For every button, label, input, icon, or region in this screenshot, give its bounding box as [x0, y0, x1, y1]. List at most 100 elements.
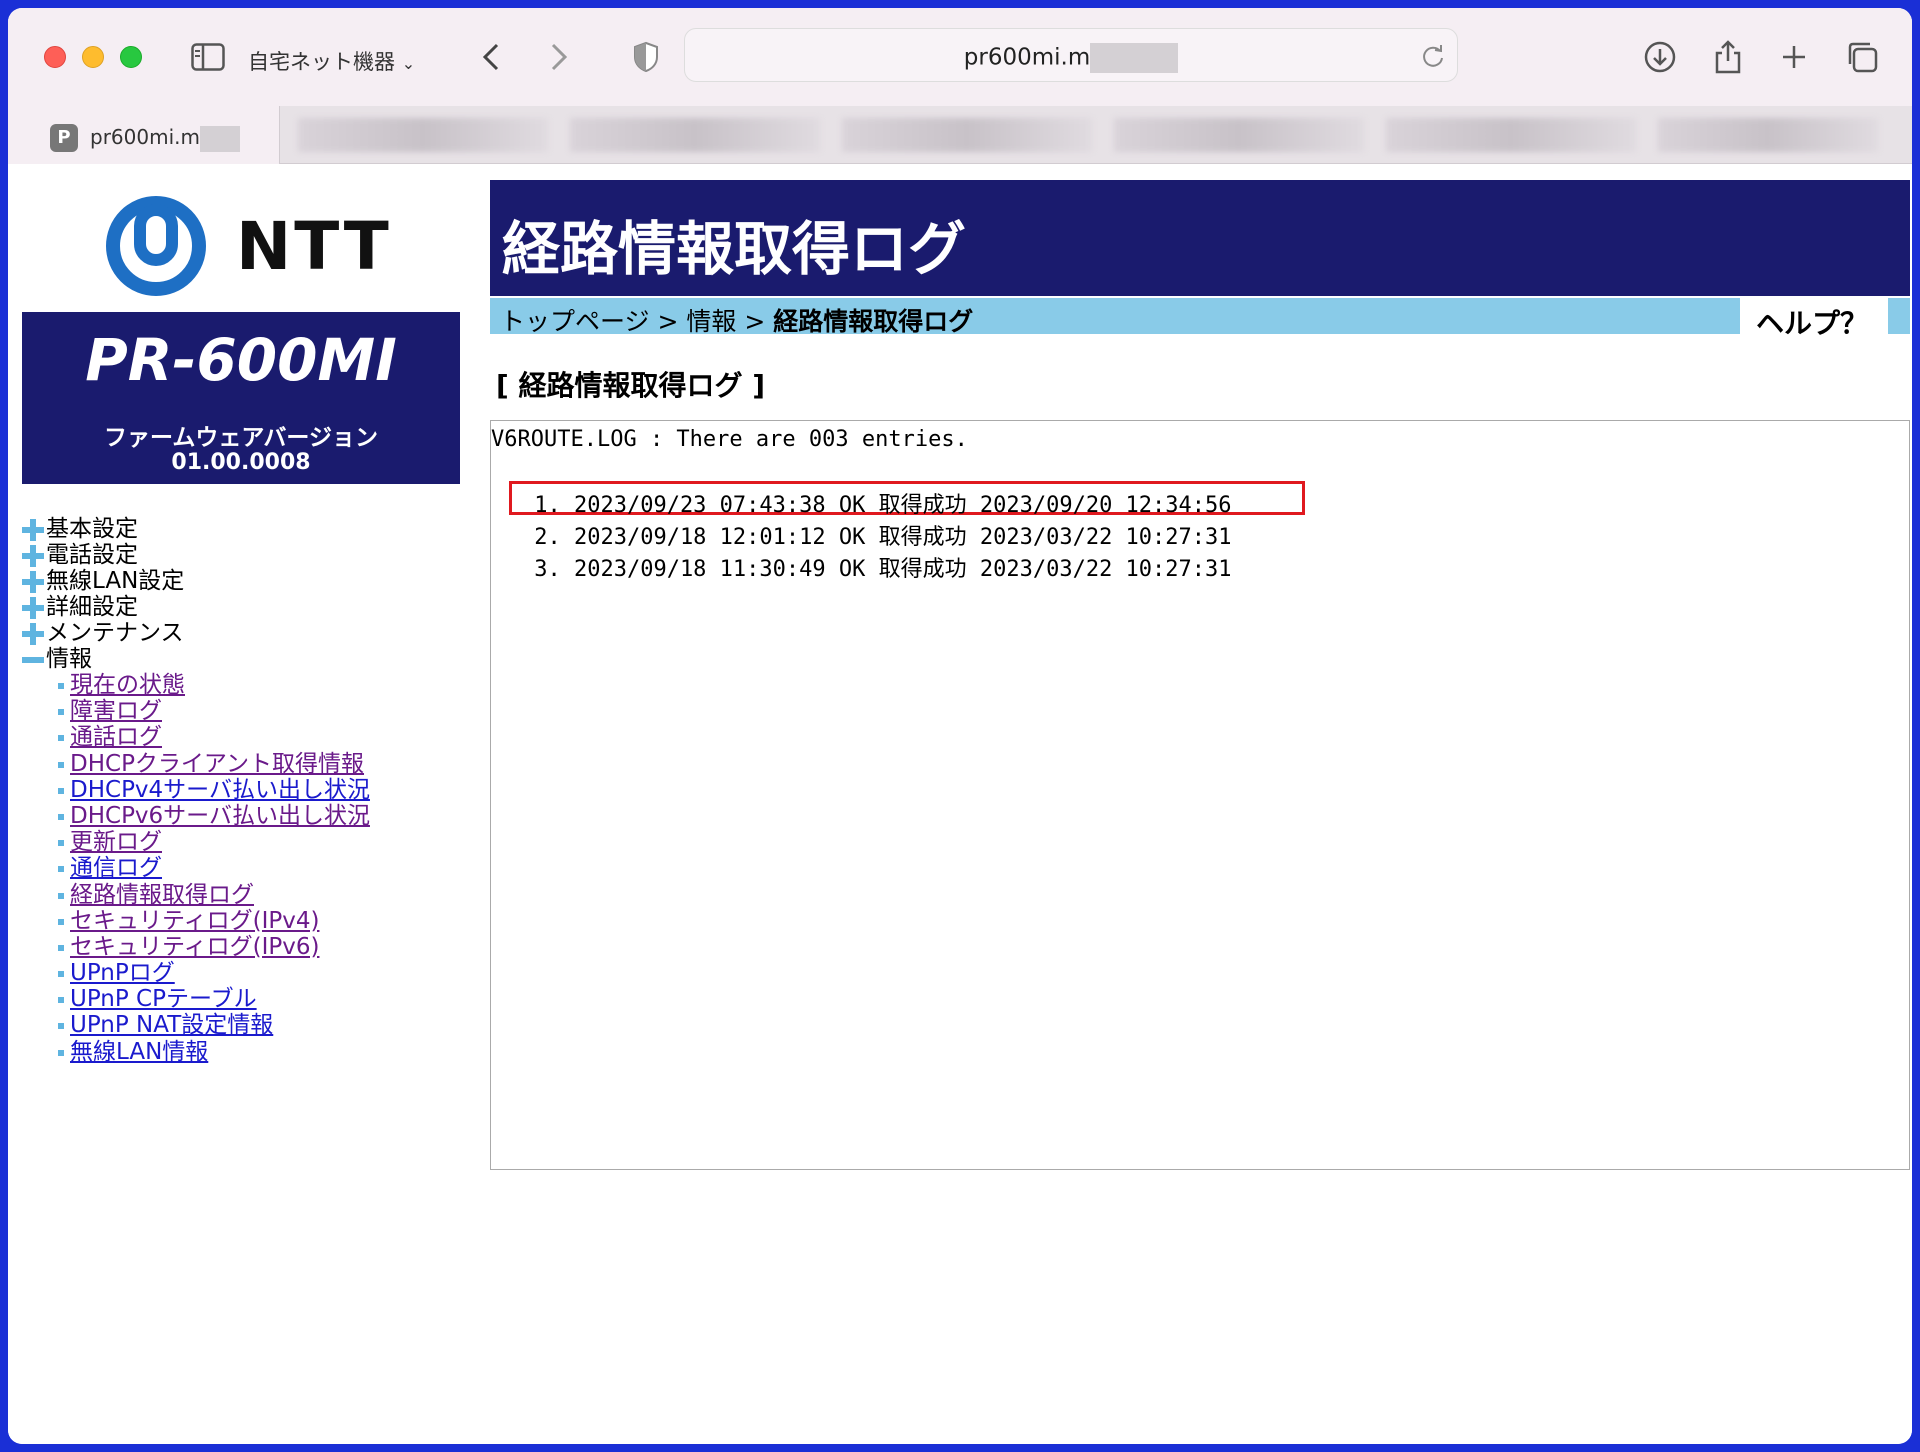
tab-bar: P pr600mi.m	[8, 106, 1912, 164]
tab-group-label: 自宅ネット機器	[248, 50, 395, 74]
tab-blurred[interactable]	[298, 118, 548, 152]
page-header: 経路情報取得ログ	[490, 180, 1910, 296]
tab-blurred[interactable]	[842, 118, 1092, 152]
tab-blurred[interactable]	[1386, 118, 1636, 152]
menu-item-advanced[interactable]: 詳細設定	[22, 594, 370, 620]
log-output-box[interactable]: V6ROUTE.LOG : There are 003 entries. 1. …	[490, 420, 1910, 1170]
tab-group-selector[interactable]: 自宅ネット機器 ⌄	[248, 46, 415, 76]
bullet-icon	[58, 997, 64, 1004]
firmware-label: ファームウェアバージョン	[104, 425, 378, 451]
model-name: PR-600MI	[85, 326, 397, 394]
menu-label: 電話設定	[46, 542, 138, 568]
bullet-icon	[58, 840, 64, 847]
share-icon[interactable]	[1708, 38, 1748, 76]
help-link[interactable]: ヘルプ？	[1748, 298, 1872, 340]
back-icon[interactable]	[476, 38, 506, 76]
link-upnp-log[interactable]: UPnPログ	[70, 960, 175, 986]
download-icon[interactable]	[1640, 38, 1680, 76]
expand-plus-icon[interactable]	[22, 519, 44, 541]
collapse-minus-icon[interactable]	[22, 657, 44, 663]
breadcrumb-separator: >	[657, 307, 679, 336]
menu-label: 詳細設定	[46, 594, 138, 620]
link-update-log[interactable]: 更新ログ	[70, 829, 162, 855]
breadcrumb-top[interactable]: トップページ	[500, 307, 650, 336]
link-security-log-ipv6[interactable]: セキュリティログ(IPv6)	[70, 934, 319, 960]
tab-title: pr600mi.m	[90, 125, 200, 149]
link-upnp-cp-table[interactable]: UPnP CPテーブル	[70, 986, 257, 1012]
new-tab-icon[interactable]	[1774, 38, 1814, 76]
bullet-icon	[58, 761, 64, 768]
bullet-icon	[58, 918, 64, 925]
log-entry: 1. 2023/09/23 07:43:38 OK 取得成功 2023/09/2…	[521, 493, 1232, 518]
link-comm-log[interactable]: 通信ログ	[70, 855, 162, 881]
bullet-icon	[58, 787, 64, 794]
expand-plus-icon[interactable]	[22, 597, 44, 619]
expand-plus-icon[interactable]	[22, 545, 44, 567]
bullet-icon	[58, 683, 64, 689]
address-bar[interactable]: pr600mi.m	[684, 28, 1458, 82]
bullet-icon	[58, 1049, 64, 1056]
log-entry: 3. 2023/09/18 11:30:49 OK 取得成功 2023/03/2…	[521, 557, 1232, 582]
breadcrumb-strip	[1888, 298, 1910, 334]
link-wireless-info[interactable]: 無線LAN情報	[70, 1039, 208, 1065]
bullet-icon	[58, 813, 64, 820]
link-upnp-nat[interactable]: UPnP NAT設定情報	[70, 1012, 273, 1038]
breadcrumb-separator: >	[744, 307, 766, 336]
bullet-icon	[58, 735, 64, 742]
url-text: pr600mi.m	[963, 44, 1091, 71]
link-current-status[interactable]: 現在の状態	[70, 672, 185, 698]
browser-window: 自宅ネット機器 ⌄ pr600mi.m P pr600mi.m NTT PR-6…	[8, 8, 1912, 1444]
link-dhcpv4-server[interactable]: DHCPv4サーバ払い出し状況	[70, 777, 370, 803]
menu-item-maintenance[interactable]: メンテナンス	[22, 620, 370, 646]
link-security-log-ipv4[interactable]: セキュリティログ(IPv4)	[70, 908, 319, 934]
favicon: P	[50, 124, 78, 152]
page-content: NTT PR-600MI ファームウェアバージョン 01.00.0008 基本設…	[8, 164, 1912, 1444]
breadcrumb-info[interactable]: 情報	[686, 307, 736, 336]
forward-icon[interactable]	[544, 38, 574, 76]
ntt-logo-icon	[106, 196, 206, 296]
bullet-icon	[58, 892, 64, 899]
menu-label: 基本設定	[46, 516, 138, 542]
log-entry: 2. 2023/09/18 12:01:12 OK 取得成功 2023/03/2…	[521, 525, 1232, 550]
link-call-log[interactable]: 通話ログ	[70, 724, 162, 750]
bullet-icon	[58, 1023, 64, 1030]
menu-label: 無線LAN設定	[46, 568, 185, 594]
breadcrumb-current: 経路情報取得ログ	[773, 307, 974, 336]
shield-icon[interactable]	[628, 38, 664, 76]
menu-item-info[interactable]: 情報	[22, 646, 370, 672]
zoom-window-button[interactable]	[120, 46, 142, 68]
model-box: PR-600MI ファームウェアバージョン 01.00.0008	[22, 312, 460, 484]
bullet-icon	[58, 971, 64, 978]
menu-item-phone[interactable]: 電話設定	[22, 542, 370, 568]
menu-item-wireless[interactable]: 無線LAN設定	[22, 568, 370, 594]
sidebar-toggle-icon[interactable]	[188, 38, 228, 76]
reload-icon[interactable]	[1421, 43, 1445, 73]
link-dhcp-client-info[interactable]: DHCPクライアント取得情報	[70, 751, 364, 777]
chevron-down-icon: ⌄	[401, 54, 416, 73]
page-title: 経路情報取得ログ	[502, 215, 967, 283]
title-bar: 自宅ネット機器 ⌄ pr600mi.m	[8, 8, 1912, 106]
menu-label: メンテナンス	[46, 620, 184, 646]
tab-overview-icon[interactable]	[1842, 38, 1882, 76]
link-dhcpv6-server[interactable]: DHCPv6サーバ払い出し状況	[70, 803, 370, 829]
redacted-blur	[1090, 43, 1179, 73]
tab-blurred[interactable]	[570, 118, 820, 152]
tab-active[interactable]: P pr600mi.m	[8, 106, 280, 164]
expand-plus-icon[interactable]	[22, 571, 44, 593]
minimize-window-button[interactable]	[82, 46, 104, 68]
redacted-blur	[199, 125, 240, 152]
menu-item-basic[interactable]: 基本設定	[22, 516, 370, 542]
close-window-button[interactable]	[44, 46, 66, 68]
firmware-version: 01.00.0008	[171, 450, 311, 475]
tab-blurred[interactable]	[1658, 118, 1878, 152]
link-route-log[interactable]: 経路情報取得ログ	[70, 882, 254, 908]
section-title: [ 経路情報取得ログ ]	[496, 369, 766, 402]
logo-text: NTT	[236, 208, 392, 285]
info-submenu: 現在の状態 障害ログ 通話ログ DHCPクライアント取得情報 DHCPv4サーバ…	[22, 672, 370, 1065]
ntt-logo: NTT	[104, 196, 404, 296]
tab-blurred[interactable]	[1114, 118, 1364, 152]
menu-label: 情報	[46, 646, 92, 672]
expand-plus-icon[interactable]	[22, 623, 44, 645]
link-failure-log[interactable]: 障害ログ	[70, 698, 162, 724]
bullet-icon	[58, 866, 64, 873]
